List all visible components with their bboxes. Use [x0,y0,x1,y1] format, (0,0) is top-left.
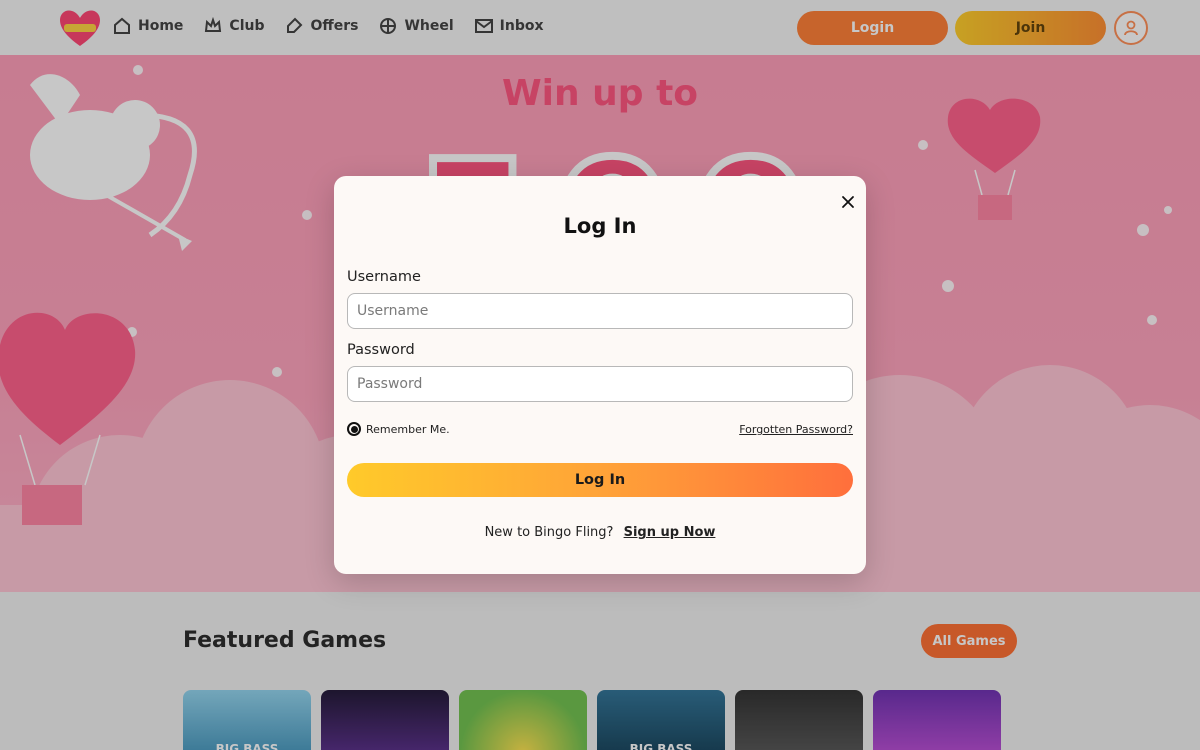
close-icon[interactable] [837,191,859,213]
password-input[interactable] [347,366,853,402]
remember-me-option[interactable]: Remember Me. [347,422,450,436]
password-label: Password [347,342,415,358]
signup-prompt: New to Bingo Fling? [484,525,614,540]
modal-title: Log In [563,214,637,238]
login-modal: Log In Username Password Remember Me. Fo… [334,176,866,574]
forgot-password-link[interactable]: Forgotten Password? [739,423,853,436]
remember-me-label: Remember Me. [366,422,450,436]
username-input[interactable] [347,293,853,329]
username-label: Username [347,269,421,285]
login-submit-button[interactable]: Log In [347,463,853,497]
signup-row: New to Bingo Fling? Sign up Now [334,525,866,540]
remember-me-radio[interactable] [347,422,361,436]
signup-link[interactable]: Sign up Now [624,525,716,540]
